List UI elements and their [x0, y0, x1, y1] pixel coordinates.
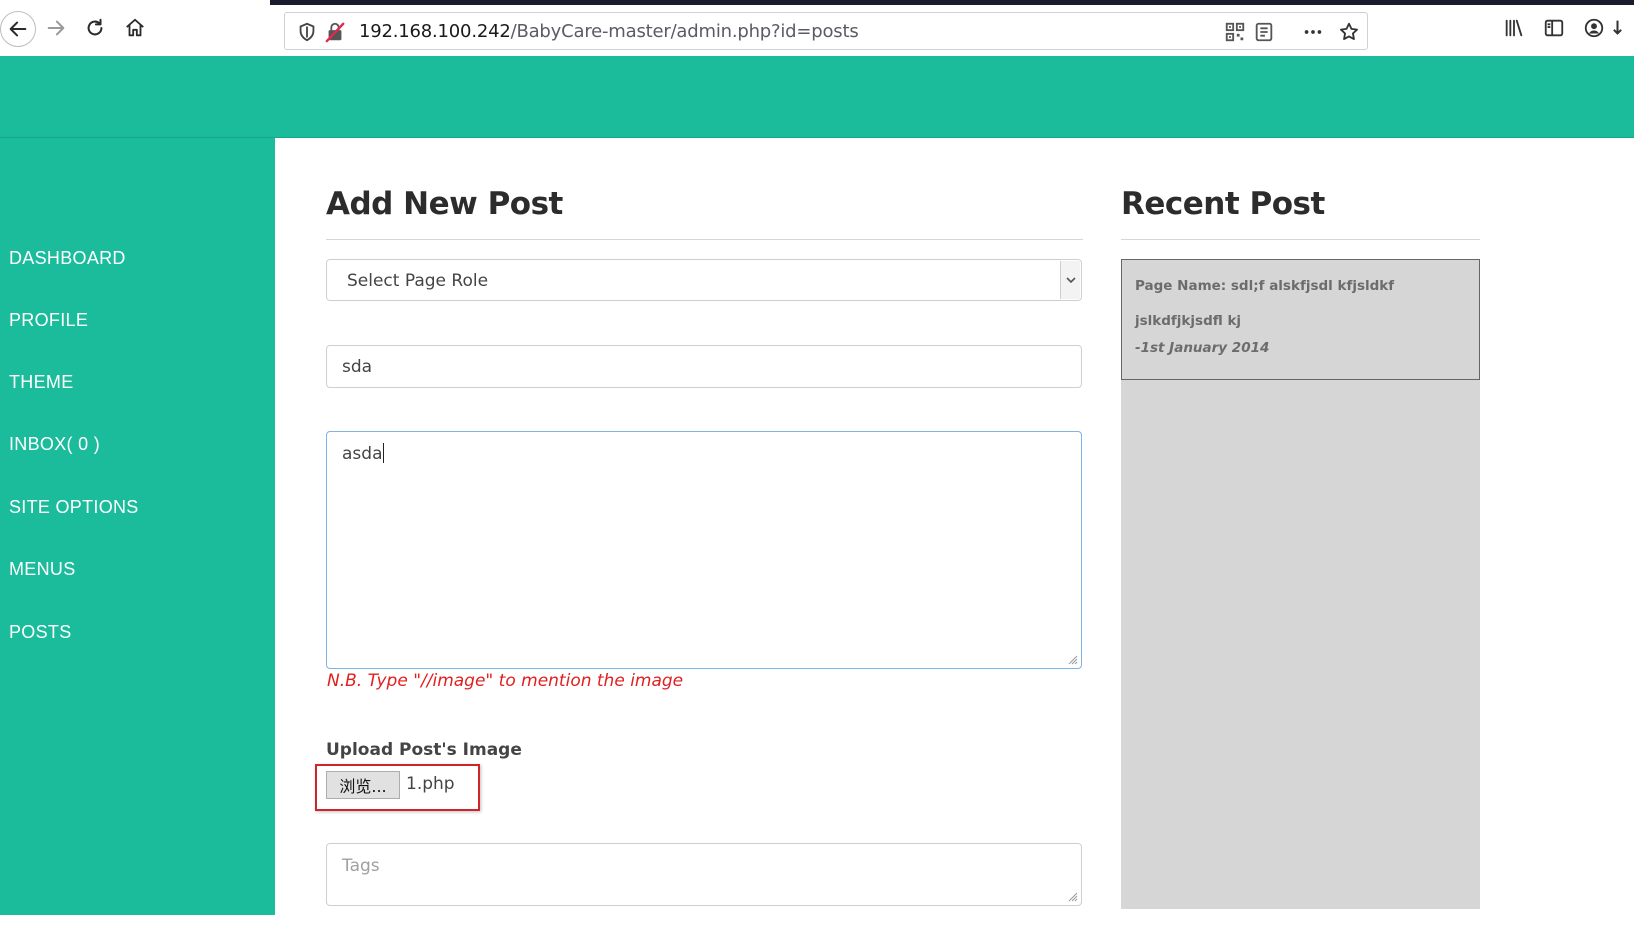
- account-button[interactable]: [1576, 10, 1612, 46]
- sidebar-toggle-button[interactable]: [1536, 10, 1572, 46]
- shield-icon[interactable]: [295, 20, 319, 44]
- bookmark-star-icon[interactable]: [1337, 20, 1361, 44]
- post-title-value: sda: [342, 357, 373, 377]
- sidebar-item-theme[interactable]: THEME: [9, 372, 74, 393]
- browser-toolbar: 192.168.100.242/BabyCare-master/admin.ph…: [0, 0, 1634, 56]
- recent-post-item[interactable]: Page Name: sdl;f alskfjsdl kfjsldkf jslk…: [1121, 259, 1480, 380]
- url-host: 192.168.100.242: [359, 21, 511, 42]
- library-icon: [1505, 19, 1523, 37]
- home-icon: [126, 18, 144, 37]
- home-button[interactable]: [117, 10, 153, 46]
- more-actions-icon[interactable]: [1301, 20, 1325, 44]
- title-bar-strip: [270, 0, 1634, 5]
- sidebar-item-dashboard[interactable]: DASHBOARD: [9, 248, 126, 269]
- recent-post-title: Recent Post: [1121, 186, 1325, 222]
- post-content-value: asda: [342, 443, 385, 464]
- sidebar-item-inbox[interactable]: INBOX( 0 ): [9, 434, 100, 455]
- selected-file-name: 1.php: [406, 774, 455, 794]
- resize-grip-icon[interactable]: [1068, 655, 1078, 665]
- title-divider: [326, 239, 1083, 240]
- qr-code-icon[interactable]: [1223, 20, 1247, 44]
- forward-button[interactable]: [38, 10, 74, 46]
- arrow-right-icon: [47, 20, 65, 36]
- url-text[interactable]: 192.168.100.242/BabyCare-master/admin.ph…: [359, 21, 859, 42]
- tags-input[interactable]: Tags: [326, 843, 1082, 906]
- page-role-select-value: Select Page Role: [347, 271, 489, 291]
- recent-divider: [1121, 239, 1480, 240]
- url-path: /BabyCare-master/admin.php?id=posts: [510, 21, 859, 42]
- upload-image-label: Upload Post's Image: [326, 740, 522, 760]
- account-icon: [1584, 18, 1604, 38]
- url-bar[interactable]: 192.168.100.242/BabyCare-master/admin.ph…: [284, 12, 1368, 50]
- select-dropdown-button[interactable]: [1060, 261, 1080, 299]
- site-header: [0, 56, 1634, 138]
- reader-view-icon[interactable]: [1252, 20, 1276, 44]
- reload-button[interactable]: [77, 10, 113, 46]
- image-note: N.B. Type "//image" to mention the image: [327, 671, 684, 691]
- sidebar-item-profile[interactable]: PROFILE: [9, 310, 88, 331]
- tags-placeholder: Tags: [342, 856, 380, 876]
- sidebar-item-site-options[interactable]: SITE OPTIONS: [9, 497, 139, 518]
- sidebar-item-menus[interactable]: MENUS: [9, 559, 76, 580]
- sidebar-icon: [1544, 19, 1564, 37]
- overflow-icon: [1613, 20, 1622, 35]
- browse-file-button[interactable]: 浏览...: [326, 771, 400, 799]
- library-button[interactable]: [1496, 10, 1532, 46]
- sidebar-item-posts[interactable]: POSTS: [9, 622, 72, 643]
- post-title-input[interactable]: sda: [326, 345, 1082, 388]
- page-role-select[interactable]: Select Page Role: [326, 259, 1082, 301]
- recent-post-name: Page Name: sdl;f alskfjsdl kfjsldkf jslk…: [1135, 278, 1395, 329]
- reload-icon: [87, 18, 103, 36]
- recent-post-date: -1st January 2014: [1135, 340, 1270, 356]
- post-content-textarea[interactable]: asda: [326, 431, 1082, 669]
- overflow-button[interactable]: [1612, 10, 1634, 46]
- text-caret: [383, 443, 385, 463]
- back-button[interactable]: [0, 11, 36, 47]
- sidebar: DASHBOARD PROFILE THEME INBOX( 0 ) SITE …: [0, 138, 275, 915]
- chevron-down-icon: [1065, 277, 1076, 284]
- resize-grip-icon[interactable]: [1068, 892, 1078, 902]
- page-title: Add New Post: [326, 186, 563, 222]
- insecure-lock-icon[interactable]: [323, 20, 347, 44]
- arrow-left-icon: [9, 21, 27, 37]
